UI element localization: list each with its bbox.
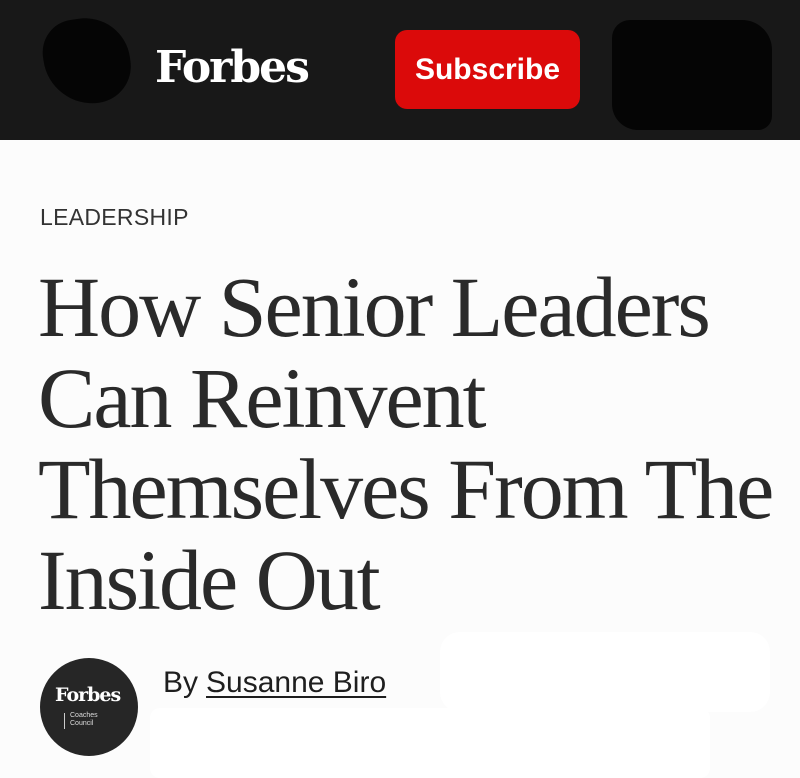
redacted-region-byline: [440, 632, 770, 712]
redacted-region-bottom: [150, 708, 710, 778]
avatar-divider: [64, 713, 65, 729]
avatar-forbes-logo: Forbes: [55, 684, 121, 706]
redacted-region-right: [612, 20, 772, 130]
top-navigation-bar: Forbes Subscribe: [0, 0, 800, 140]
author-avatar[interactable]: Forbes Coaches Council: [40, 658, 138, 756]
subscribe-button[interactable]: Subscribe: [395, 30, 580, 109]
redacted-region-left: [38, 12, 136, 110]
avatar-subtitle-line2: Council: [70, 720, 94, 727]
avatar-subtitle-line1: Coaches: [70, 712, 98, 719]
byline: By Susanne Biro: [163, 666, 386, 700]
avatar-subtitle: Coaches Council: [70, 712, 98, 728]
byline-prefix: By: [163, 666, 199, 699]
forbes-logo[interactable]: Forbes: [155, 38, 310, 98]
article-headline: How Senior Leaders Can Reinvent Themselv…: [38, 259, 774, 628]
author-link[interactable]: Susanne Biro: [206, 666, 386, 699]
section-label[interactable]: LEADERSHIP: [40, 204, 189, 231]
